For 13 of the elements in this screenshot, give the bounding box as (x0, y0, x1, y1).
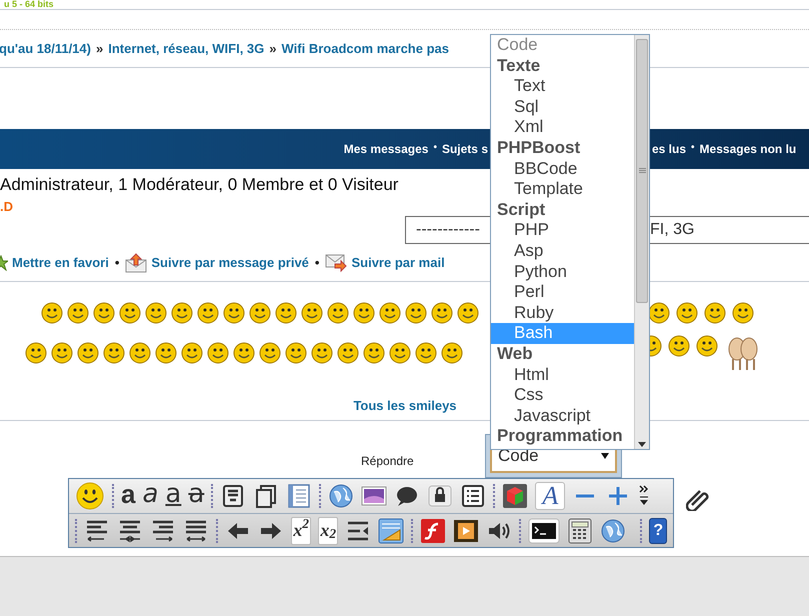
bullet-separator: • (691, 141, 695, 155)
option-group-label: Texte (496, 56, 542, 76)
option-group-label: Web (496, 344, 534, 364)
online-users-text: Administrateur, 1 Modérateur, 0 Membre et 0 Visiteur (0, 174, 398, 196)
breadcrumb-separator: » (96, 40, 104, 58)
option-group-label: PHPBoost (496, 138, 582, 159)
bullet-separator: • (433, 141, 437, 155)
reply-label: Répondre (361, 453, 415, 470)
option-group-label: Script (496, 200, 546, 220)
bullet-separator: • (314, 254, 320, 272)
breadcrumb-separator: » (269, 40, 276, 58)
bullet-separator: • (114, 254, 120, 272)
distro-text: u 5 - 64 bits (3, 0, 54, 9)
